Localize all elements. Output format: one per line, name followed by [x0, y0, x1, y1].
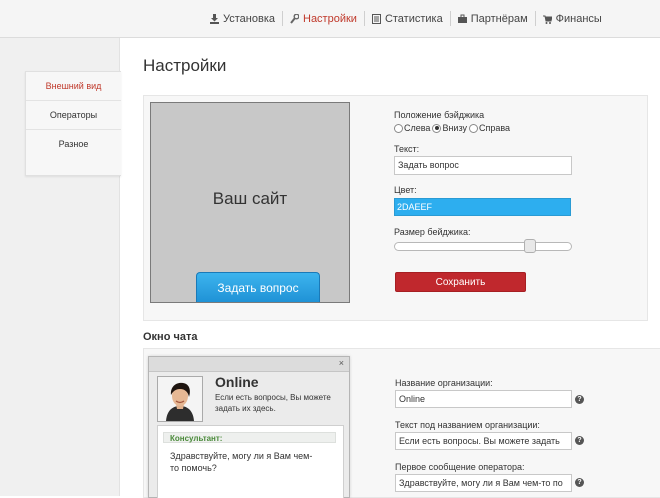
cart-icon: [542, 14, 553, 24]
document-icon: [371, 13, 381, 24]
sidebar-item-appearance[interactable]: Внешний вид: [26, 72, 121, 101]
first-message-label: Первое сообщение оператора:: [395, 462, 525, 472]
download-icon: [210, 13, 219, 24]
badge-text-input[interactable]: Задать вопрос: [394, 156, 572, 175]
help-icon[interactable]: ?: [575, 395, 584, 404]
badge-position-radios: Слева Внизу Справа: [394, 123, 512, 133]
badge-color-label: Цвет:: [394, 185, 417, 195]
radio-bottom-label: Внизу: [442, 123, 467, 133]
chat-window-header: ×: [149, 357, 349, 372]
nav-item-statistics-label: Статистика: [384, 12, 443, 25]
chat-messages-area: Консультант: Здравствуйте, могу ли я Вам…: [157, 425, 344, 498]
chat-status-subtitle: Если есть вопросы, Вы можете задать их з…: [215, 393, 331, 413]
sidebar-item-operators[interactable]: Операторы: [26, 101, 121, 130]
help-icon[interactable]: ?: [575, 478, 584, 487]
nav-item-partners[interactable]: Партнёрам: [451, 11, 536, 26]
nav-item-settings-label: Настройки: [303, 12, 357, 25]
preview-site-text: Ваш сайт: [212, 189, 288, 208]
help-icon[interactable]: ?: [575, 436, 584, 445]
radio-left[interactable]: [394, 123, 403, 133]
slider-handle[interactable]: [524, 239, 536, 253]
radio-right-label: Справа: [478, 123, 511, 133]
save-button[interactable]: Сохранить: [395, 272, 526, 292]
nav-item-finance[interactable]: Финансы: [536, 11, 609, 26]
nav-item-install[interactable]: Установка: [203, 11, 283, 26]
chat-section-title: Окно чата: [143, 331, 198, 343]
operator-message: Здравствуйте, могу ли я Вам чем-то помоч…: [170, 451, 313, 473]
badge-text-label: Текст:: [394, 144, 420, 154]
operator-avatar: [157, 376, 203, 422]
chat-status-title: Online: [215, 374, 259, 390]
org-name-label: Название организации:: [395, 378, 493, 388]
preview-badge-button[interactable]: Задать вопрос: [196, 272, 320, 302]
badge-size-label: Размер бейджика:: [394, 227, 471, 237]
wrench-icon: [290, 13, 300, 24]
badge-position-label: Положение бэйджика: [394, 110, 485, 120]
settings-sidebar: Внешний вид Операторы Разное: [25, 71, 121, 176]
badge-size-slider[interactable]: [394, 239, 572, 253]
nav-item-statistics[interactable]: Статистика: [365, 11, 451, 26]
org-subtitle-input[interactable]: Если есть вопросы. Вы можете задать: [395, 432, 572, 450]
sidebar-item-misc[interactable]: Разное: [26, 130, 121, 158]
page-title: Настройки: [143, 56, 227, 75]
radio-left-label: Слева: [404, 123, 431, 133]
radio-bottom[interactable]: [432, 123, 442, 133]
org-subtitle-label: Текст под названием организации:: [395, 420, 540, 430]
close-icon[interactable]: ×: [339, 358, 344, 368]
briefcase-icon: [457, 14, 467, 24]
radio-right[interactable]: [468, 123, 478, 133]
main-nav: Установка Настройки Статистика Партнёрам…: [203, 11, 609, 26]
org-name-input[interactable]: Online: [395, 390, 572, 408]
first-message-input[interactable]: Здравствуйте, могу ли я Вам чем-то по: [395, 474, 572, 492]
top-navbar: Установка Настройки Статистика Партнёрам…: [0, 0, 660, 38]
nav-item-settings[interactable]: Настройки: [283, 11, 365, 26]
site-preview: Ваш сайт Задать вопрос: [150, 102, 350, 303]
nav-item-partners-label: Партнёрам: [470, 12, 528, 25]
chat-window-preview: × Online Если есть вопросы, Вы можете за…: [148, 356, 350, 498]
nav-item-finance-label: Финансы: [555, 12, 602, 25]
nav-item-install-label: Установка: [223, 12, 275, 25]
consultant-label: Консультант:: [163, 432, 336, 443]
badge-color-input[interactable]: 2DAEEF: [394, 198, 571, 216]
